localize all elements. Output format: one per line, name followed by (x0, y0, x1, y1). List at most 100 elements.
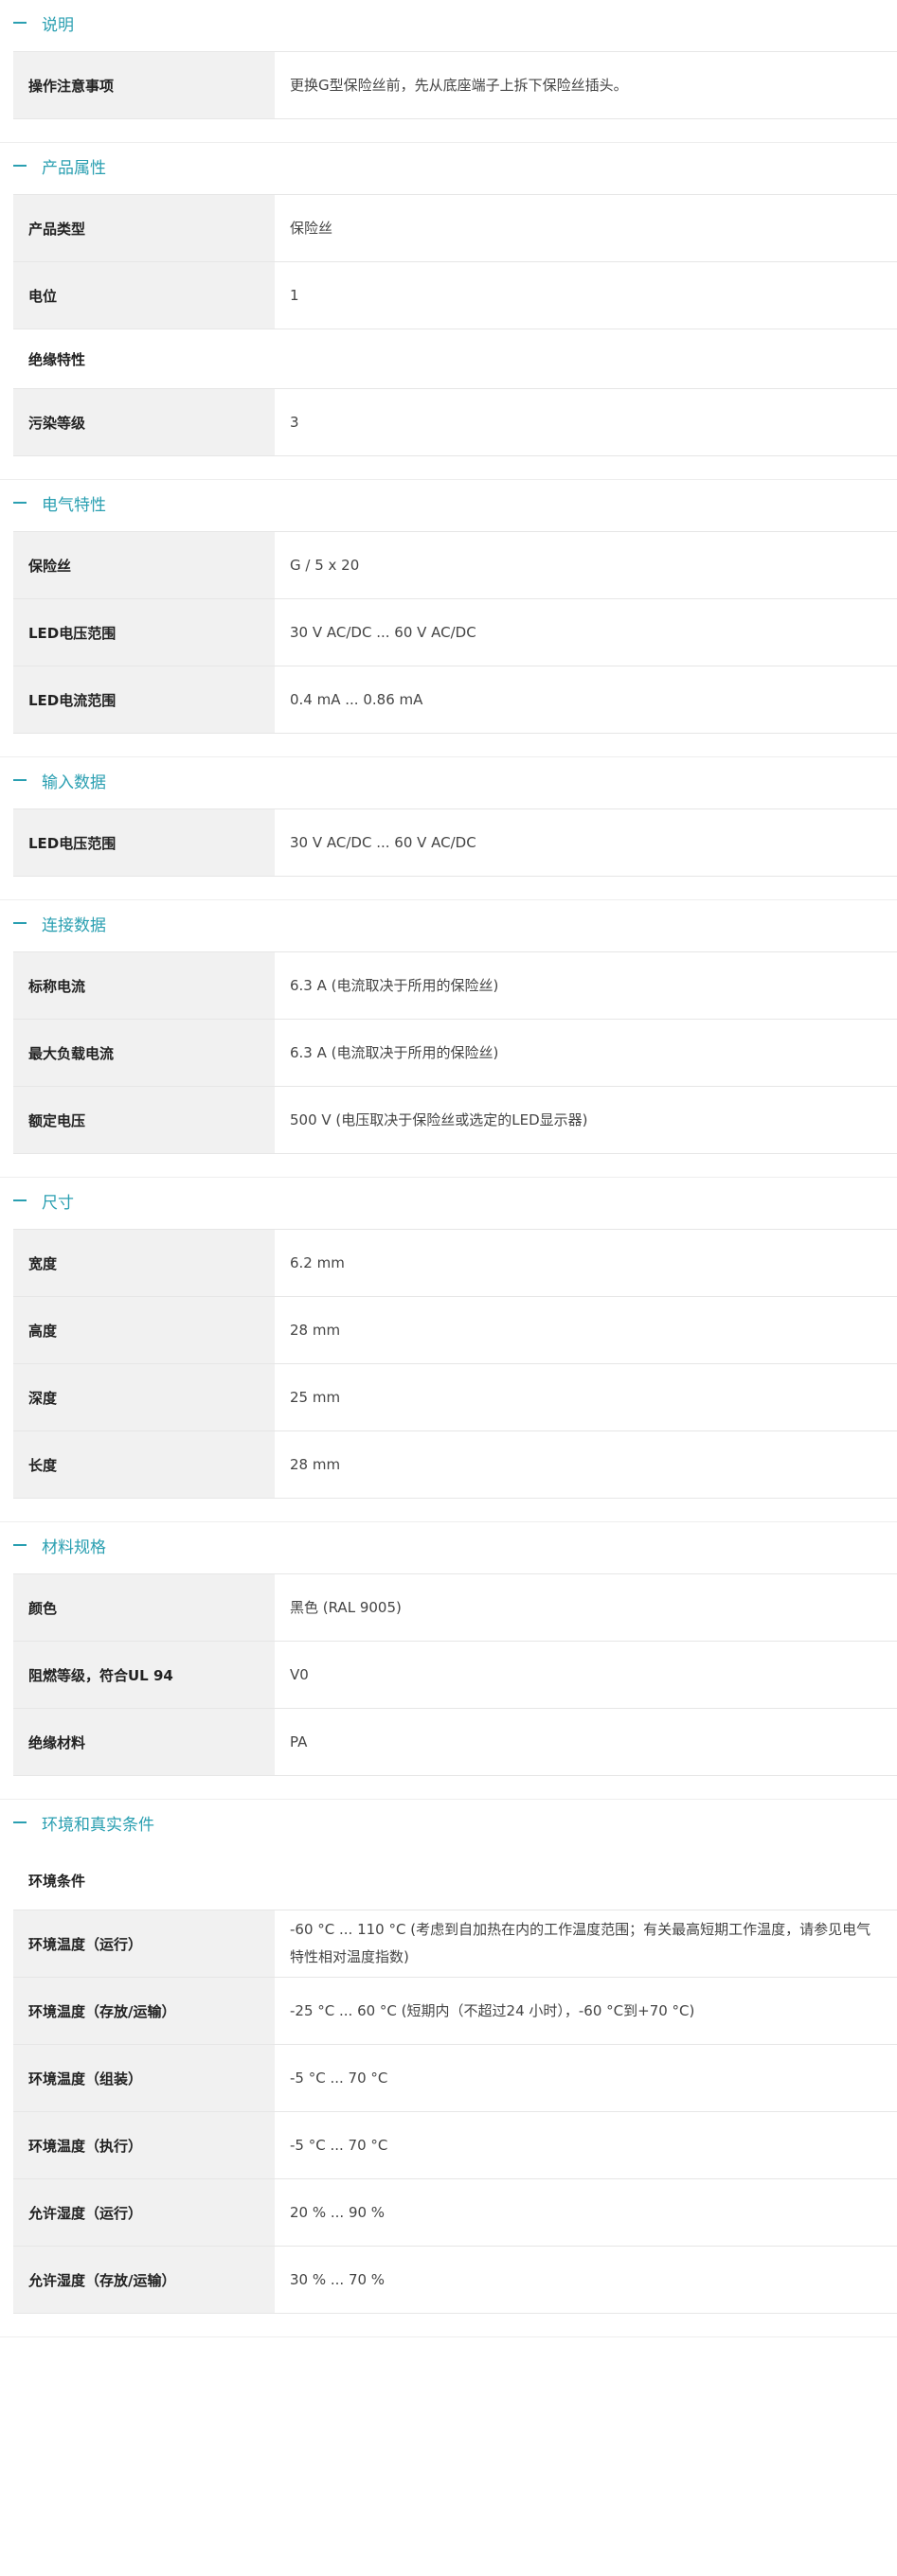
row-label: LED电压范围 (13, 599, 275, 666)
row-value: 6.3 A (电流取决于所用的保险丝) (290, 976, 499, 994)
section-header[interactable]: 产品属性 (0, 143, 897, 187)
spec-section: 连接数据标称电流 6.3 A (电流取决于所用的保险丝) 最大负载电流 6.3 A (… (0, 900, 897, 1178)
table-row: LED电压范围 30 V AC/DC ... 60 V AC/DC (13, 808, 897, 877)
table-row: 标称电流 6.3 A (电流取决于所用的保险丝) (13, 951, 897, 1020)
collapse-minus-icon[interactable] (13, 22, 27, 24)
row-value: -60 °C ... 110 °C (考虑到自加热在内的工作温度范围；有关最高短… (290, 1921, 871, 1965)
spec-table: 标称电流 6.3 A (电流取决于所用的保险丝) 最大负载电流 6.3 A (电流取决… (13, 951, 897, 1154)
row-value: 25 mm (290, 1388, 341, 1406)
table-subheader: 环境条件 (13, 1851, 897, 1910)
spec-section: 尺寸宽度 6.2 mm 高度 28 mm 深度 25 mm 长度 28 mm (0, 1178, 897, 1522)
row-value: -25 °C ... 60 °C (短期内（不超过24 小时），-60 °C到+… (290, 2001, 695, 2019)
row-value: -5 °C ... 70 °C (290, 2136, 388, 2154)
table-row: 允许湿度（存放/运输） 30 % ... 70 % (13, 2247, 897, 2314)
spec-section: 材料规格颜色 黑色 (RAL 9005) 阻燃等级，符合UL 94 V0 绝缘材料 PA (0, 1522, 897, 1800)
table-row: 环境温度（组装） -5 °C ... 70 °C (13, 2045, 897, 2112)
collapse-minus-icon[interactable] (13, 502, 27, 504)
section-title[interactable]: 产品属性 (42, 154, 106, 178)
collapse-minus-icon[interactable] (13, 165, 27, 167)
spec-section: 产品属性 产品类型 保险丝 电位 1 绝缘特性 污染等级 3 (0, 143, 897, 480)
row-label: 绝缘材料 (13, 1709, 275, 1775)
spec-table: 保险丝 G / 5 x 20 LED电压范围 30 V AC/DC ... 60 V … (13, 531, 897, 734)
section-header[interactable]: 尺寸 (0, 1178, 897, 1221)
row-value: 3 (290, 413, 299, 431)
row-value: 30 V AC/DC ... 60 V AC/DC (290, 833, 476, 851)
section-header[interactable]: 电气特性 (0, 480, 897, 524)
spec-section: 说明操作注意事项 更换G型保险丝前，先从底座端子上拆下保险丝插头。 (0, 0, 897, 143)
section-title[interactable]: 说明 (42, 11, 74, 35)
row-value: 1 (290, 286, 299, 304)
section-divider (0, 2336, 897, 2337)
collapse-minus-icon[interactable] (13, 1544, 27, 1546)
table-row: 高度 28 mm (13, 1297, 897, 1364)
table-row: 环境温度（存放/运输） -25 °C ... 60 °C (短期内（不超过24 小… (13, 1978, 897, 2045)
row-value: V0 (290, 1665, 309, 1683)
row-value: 6.2 mm (290, 1253, 345, 1271)
spec-page: 说明操作注意事项 更换G型保险丝前，先从底座端子上拆下保险丝插头。产品属性产品类型… (0, 0, 897, 2337)
table-row: LED电压范围 30 V AC/DC ... 60 V AC/DC (13, 599, 897, 666)
table-row: 电位 1 (13, 262, 897, 329)
row-value: 0.4 mA ... 0.86 mA (290, 690, 423, 708)
row-value: 500 V (电压取决于保险丝或选定的LED显示器) (290, 1110, 588, 1128)
section-header[interactable]: 环境和真实条件 (0, 1800, 897, 1843)
section-title[interactable]: 环境和真实条件 (42, 1811, 154, 1835)
row-value: PA (290, 1732, 308, 1750)
section-title[interactable]: 尺寸 (42, 1189, 74, 1213)
table-row: 保险丝 G / 5 x 20 (13, 531, 897, 599)
spec-section: 电气特性保险丝 G / 5 x 20 LED电压范围 30 V AC/DC ... 6… (0, 480, 897, 757)
table-row: 深度 25 mm (13, 1364, 897, 1431)
collapse-minus-icon[interactable] (13, 1821, 27, 1823)
section-header[interactable]: 说明 (0, 0, 897, 44)
table-subheader: 绝缘特性 (13, 329, 897, 389)
spec-table: 环境条件 环境温度（运行） -60 °C ... 110 °C (考虑到自加热在内的… (13, 1851, 897, 2314)
table-row: 额定电压 500 V (电压取决于保险丝或选定的LED显示器) (13, 1087, 897, 1154)
section-title[interactable]: 连接数据 (42, 912, 106, 935)
row-label: LED电压范围 (13, 809, 275, 876)
collapse-minus-icon[interactable] (13, 779, 27, 781)
spec-section: 环境和真实条件环境条件 环境温度（运行） -60 °C ... 110 °C (考虑… (0, 1800, 897, 2337)
table-row: LED电流范围 0.4 mA ... 0.86 mA (13, 666, 897, 734)
row-label: 允许湿度（运行） (13, 2179, 275, 2246)
table-row: 最大负载电流 6.3 A (电流取决于所用的保险丝) (13, 1020, 897, 1087)
row-value: 28 mm (290, 1455, 341, 1473)
spec-table: LED电压范围 30 V AC/DC ... 60 V AC/DC (13, 808, 897, 877)
section-header[interactable]: 连接数据 (0, 900, 897, 944)
row-label: 宽度 (13, 1230, 275, 1296)
section-title[interactable]: 输入数据 (42, 769, 106, 792)
row-label: 产品类型 (13, 195, 275, 261)
table-row: 允许湿度（运行） 20 % ... 90 % (13, 2179, 897, 2247)
table-row: 环境温度（运行） -60 °C ... 110 °C (考虑到自加热在内的工作温度… (13, 1910, 897, 1978)
section-title[interactable]: 电气特性 (42, 491, 106, 515)
spec-section: 输入数据 LED电压范围 30 V AC/DC ... 60 V AC/DC (0, 757, 897, 900)
row-value: 28 mm (290, 1321, 341, 1339)
row-value: 更换G型保险丝前，先从底座端子上拆下保险丝插头。 (290, 76, 628, 94)
row-label: 环境温度（存放/运输） (13, 1978, 275, 2044)
section-title[interactable]: 材料规格 (42, 1534, 106, 1557)
row-value: -5 °C ... 70 °C (290, 2069, 388, 2087)
section-header[interactable]: 材料规格 (0, 1522, 897, 1566)
table-row: 长度 28 mm (13, 1431, 897, 1499)
row-label: 环境温度（运行） (13, 1910, 275, 1977)
row-value: 6.3 A (电流取决于所用的保险丝) (290, 1043, 499, 1061)
table-row: 污染等级 3 (13, 389, 897, 456)
row-value: G / 5 x 20 (290, 556, 360, 574)
spec-table: 颜色 黑色 (RAL 9005) 阻燃等级，符合UL 94 V0 绝缘材料 PA (13, 1573, 897, 1776)
section-header[interactable]: 输入数据 (0, 757, 897, 801)
row-value: 30 % ... 70 % (290, 2270, 386, 2288)
table-row: 操作注意事项 更换G型保险丝前，先从底座端子上拆下保险丝插头。 (13, 51, 897, 119)
collapse-minus-icon[interactable] (13, 1199, 27, 1201)
row-label: 深度 (13, 1364, 275, 1430)
table-row: 阻燃等级，符合UL 94 V0 (13, 1642, 897, 1709)
row-label: 最大负载电流 (13, 1020, 275, 1086)
collapse-minus-icon[interactable] (13, 922, 27, 924)
row-label: 颜色 (13, 1574, 275, 1641)
row-label: 环境温度（执行） (13, 2112, 275, 2178)
row-label: 操作注意事项 (13, 52, 275, 118)
table-row: 环境温度（执行） -5 °C ... 70 °C (13, 2112, 897, 2179)
row-label: 电位 (13, 262, 275, 329)
row-label: 保险丝 (13, 532, 275, 598)
row-value: 20 % ... 90 % (290, 2203, 386, 2221)
row-value: 黑色 (RAL 9005) (290, 1598, 402, 1616)
row-label: 额定电压 (13, 1087, 275, 1153)
row-label: 高度 (13, 1297, 275, 1363)
